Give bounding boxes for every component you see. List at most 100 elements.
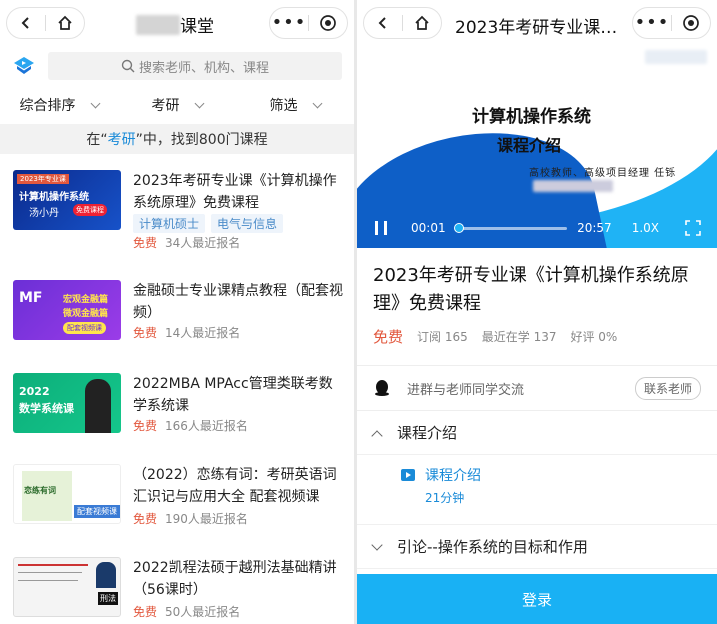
chevron-down-icon	[312, 98, 322, 108]
home-button[interactable]	[403, 8, 441, 38]
course-meta: 免费 34人最近报名	[133, 234, 240, 251]
course-list-screen: 课堂 ••• 搜索老师、机构、课程 综合排序 考研 筛选 在“ 考研 ”中，找到…	[0, 0, 354, 624]
book-cover	[22, 471, 72, 521]
progress-knob[interactable]	[453, 222, 464, 233]
more-dots-icon: •••	[634, 12, 670, 33]
home-button[interactable]	[46, 8, 84, 38]
thumb-badge: 刑法	[98, 592, 118, 605]
video-player[interactable]: 计算机操作系统 课程介绍 高校教师、高级项目经理 任铄 00:01 20:57 …	[357, 46, 717, 248]
filter-sort-label: 综合排序	[19, 98, 76, 114]
teacher-photo	[85, 379, 111, 433]
search-input[interactable]: 搜索老师、机构、课程	[48, 52, 342, 80]
course-meta: 免费 14人最近报名	[133, 324, 240, 341]
close-miniprogram-button[interactable]	[672, 8, 710, 38]
course-title: （2022）恋练有词：考研英语词汇识记与应用大全 配套视频课	[133, 467, 337, 505]
home-icon	[415, 15, 429, 30]
target-close-icon	[683, 15, 699, 31]
course-tag: 计算机硕士	[133, 214, 206, 233]
more-dots-icon: •••	[271, 12, 307, 33]
back-button[interactable]	[7, 8, 45, 38]
speed-button[interactable]: 1.0X	[632, 221, 659, 235]
chapter-title: 课程介绍	[397, 424, 458, 442]
filter-more-label: 筛选	[269, 98, 298, 114]
result-banner: 在“ 考研 ”中，找到800门课程	[0, 124, 354, 154]
search-placeholder: 搜索老师、机构、课程	[138, 60, 269, 76]
course-thumbnail: MF 宏观金融篇 微观金融篇 配套视频课	[13, 280, 121, 340]
more-button[interactable]: •••	[270, 8, 308, 38]
recent-learners: 最近在学 137	[481, 330, 557, 344]
course-title: 金融硕士专业课精点教程（配套视频）	[133, 283, 343, 321]
close-miniprogram-button[interactable]	[309, 8, 347, 38]
thumb-line1: 恋练有词	[24, 486, 56, 495]
fullscreen-icon[interactable]	[685, 220, 701, 236]
thumb-top-label: 2023年专业课	[17, 174, 69, 184]
pause-icon[interactable]	[373, 220, 389, 236]
course-thumbnail: 2022 数学系统课	[13, 373, 121, 433]
blurred-watermark	[645, 50, 707, 64]
login-button[interactable]: 登录	[357, 574, 717, 624]
lesson-title: 课程介绍	[425, 468, 481, 484]
filter-category-label: 考研	[151, 98, 180, 114]
filter-category[interactable]: 考研	[118, 95, 236, 115]
contact-teacher-button[interactable]: 联系老师	[634, 376, 701, 400]
search-row: 搜索老师、机构、课程	[0, 46, 354, 86]
back-arrow-icon	[378, 17, 386, 29]
course-meta: 免费 166人最近报名	[133, 417, 248, 434]
blurred-org-name	[136, 14, 180, 35]
lesson-duration: 21分钟	[425, 491, 465, 505]
thumb-badge: 配套视频课	[63, 322, 106, 334]
filter-more[interactable]: 筛选	[236, 95, 354, 115]
subscribe-count: 订阅 165	[417, 330, 468, 344]
course-enrolled: 166人最近报名	[165, 419, 248, 433]
rating: 好评 0%	[570, 330, 618, 344]
home-icon	[58, 15, 72, 30]
chevron-down-icon	[194, 98, 204, 108]
banner-suffix: ”中，找到800门课程	[135, 132, 268, 148]
filter-bar: 综合排序 考研 筛选	[0, 86, 354, 124]
more-button[interactable]: •••	[633, 8, 671, 38]
course-price: 免费	[133, 236, 158, 250]
course-item[interactable]: 2022 数学系统课 2022MBA MPAcc管理类联考数学系统课 免费 166…	[0, 373, 354, 453]
video-subtitle: 课程介绍	[497, 136, 562, 155]
thumb-line3: 微观金融篇	[63, 309, 109, 319]
progress-bar[interactable]	[453, 222, 568, 233]
thumb-line2: 宏观金融篇	[63, 295, 109, 305]
top-bar: 课堂 •••	[0, 0, 354, 46]
course-stats: 免费 订阅 165 最近在学 137 好评 0%	[357, 318, 717, 355]
chapter-header[interactable]: 课程介绍	[357, 411, 717, 455]
back-button[interactable]	[364, 8, 402, 38]
blurred-text	[533, 180, 613, 192]
app-logo-icon	[14, 57, 34, 74]
page-title-text: 课堂	[180, 17, 214, 37]
banner-keyword: 考研	[107, 132, 136, 148]
course-item[interactable]: 恋练有词 配套视频课 （2022）恋练有词：考研英语词汇识记与应用大全 配套视频…	[0, 464, 354, 544]
thumb-badge: 免费课程	[73, 204, 107, 216]
chevron-down-icon	[90, 98, 100, 108]
thumb-line2: 数学系统课	[19, 402, 74, 415]
course-title: 2022凯程法硕于越刑法基础精讲（56课时）	[133, 560, 337, 598]
back-arrow-icon	[21, 17, 29, 29]
top-bar: 2023年考研专业课… •••	[357, 0, 717, 46]
capsule-menu: •••	[632, 7, 711, 39]
course-item[interactable]: 刑法 2022凯程法硕于越刑法基础精讲（56课时） 免费 50人最近报名	[0, 557, 354, 624]
course-tag: 电气与信息	[211, 214, 284, 233]
course-thumbnail: 2023年专业课 计算机操作系统 汤小丹 免费课程	[13, 170, 121, 230]
current-time: 00:01	[411, 221, 446, 235]
course-price: 免费	[133, 605, 158, 619]
course-price: 免费	[133, 419, 158, 433]
course-enrolled: 14人最近报名	[165, 326, 241, 340]
thumb-line1: 2022	[19, 385, 50, 398]
lesson-item[interactable]: 课程介绍 21分钟	[357, 455, 717, 525]
course-item[interactable]: 2023年专业课 计算机操作系统 汤小丹 免费课程 2023年考研专业课《计算机…	[0, 170, 354, 250]
capsule-menu: •••	[269, 7, 348, 39]
chevron-down-icon	[371, 538, 383, 551]
filter-sort[interactable]: 综合排序	[0, 95, 118, 115]
page-title: 课堂	[136, 12, 214, 37]
teacher-photo	[96, 562, 116, 588]
group-row[interactable]: 进群与老师同学交流 联系老师	[357, 365, 717, 411]
course-detail-screen: 2023年考研专业课… ••• 计算机操作系统 课程介绍 高校教师、高级项目经理…	[357, 0, 717, 624]
course-thumbnail: 恋练有词 配套视频课	[13, 464, 121, 524]
chapter-header[interactable]: 引论--操作系统的目标和作用	[357, 525, 717, 569]
course-item[interactable]: MF 宏观金融篇 微观金融篇 配套视频课 金融硕士专业课精点教程（配套视频） 免…	[0, 280, 354, 360]
course-price: 免费	[133, 326, 158, 340]
